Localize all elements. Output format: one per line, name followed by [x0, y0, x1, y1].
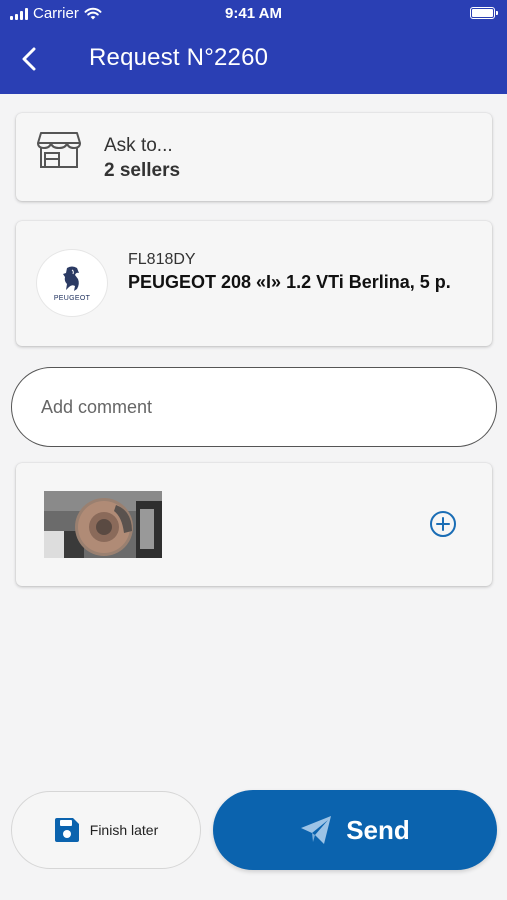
store-icon: [37, 132, 81, 168]
send-button[interactable]: Send: [213, 790, 497, 870]
photo-thumbnail[interactable]: [44, 491, 162, 558]
brand-logo: PEUGEOT: [36, 249, 108, 317]
finish-later-button[interactable]: Finish later: [11, 791, 201, 869]
page-title: Request N°2260: [89, 44, 269, 71]
sellers-count: 2 sellers: [104, 160, 181, 181]
vehicle-card: PEUGEOT FL818DY PEUGEOT 208 «I» 1.2 VTi …: [16, 221, 492, 346]
battery-icon: [470, 7, 498, 19]
sellers-card[interactable]: Ask to... 2 sellers: [16, 113, 492, 201]
paper-plane-icon: [301, 816, 332, 844]
app-header: Carrier 9:41 AM Request N°2260: [0, 0, 507, 94]
brake-disc-photo: [44, 491, 162, 558]
ask-label: Ask to...: [104, 135, 173, 156]
license-plate: FL818DY: [128, 251, 196, 268]
vehicle-model: PEUGEOT 208 «I» 1.2 VTi Berlina, 5 p.: [128, 272, 451, 292]
finish-later-label: Finish later: [89, 822, 159, 838]
chevron-left-icon: [22, 47, 36, 71]
brand-name: PEUGEOT: [53, 294, 91, 302]
photos-card: [16, 463, 492, 586]
lion-emblem-icon: [63, 266, 79, 291]
status-bar: Carrier 9:41 AM: [0, 0, 507, 28]
comment-input[interactable]: [11, 367, 497, 447]
add-circle-icon[interactable]: [428, 509, 458, 539]
status-time: 9:41 AM: [225, 5, 282, 22]
save-icon: [54, 818, 79, 842]
send-label: Send: [346, 814, 410, 845]
back-button[interactable]: [14, 44, 44, 74]
